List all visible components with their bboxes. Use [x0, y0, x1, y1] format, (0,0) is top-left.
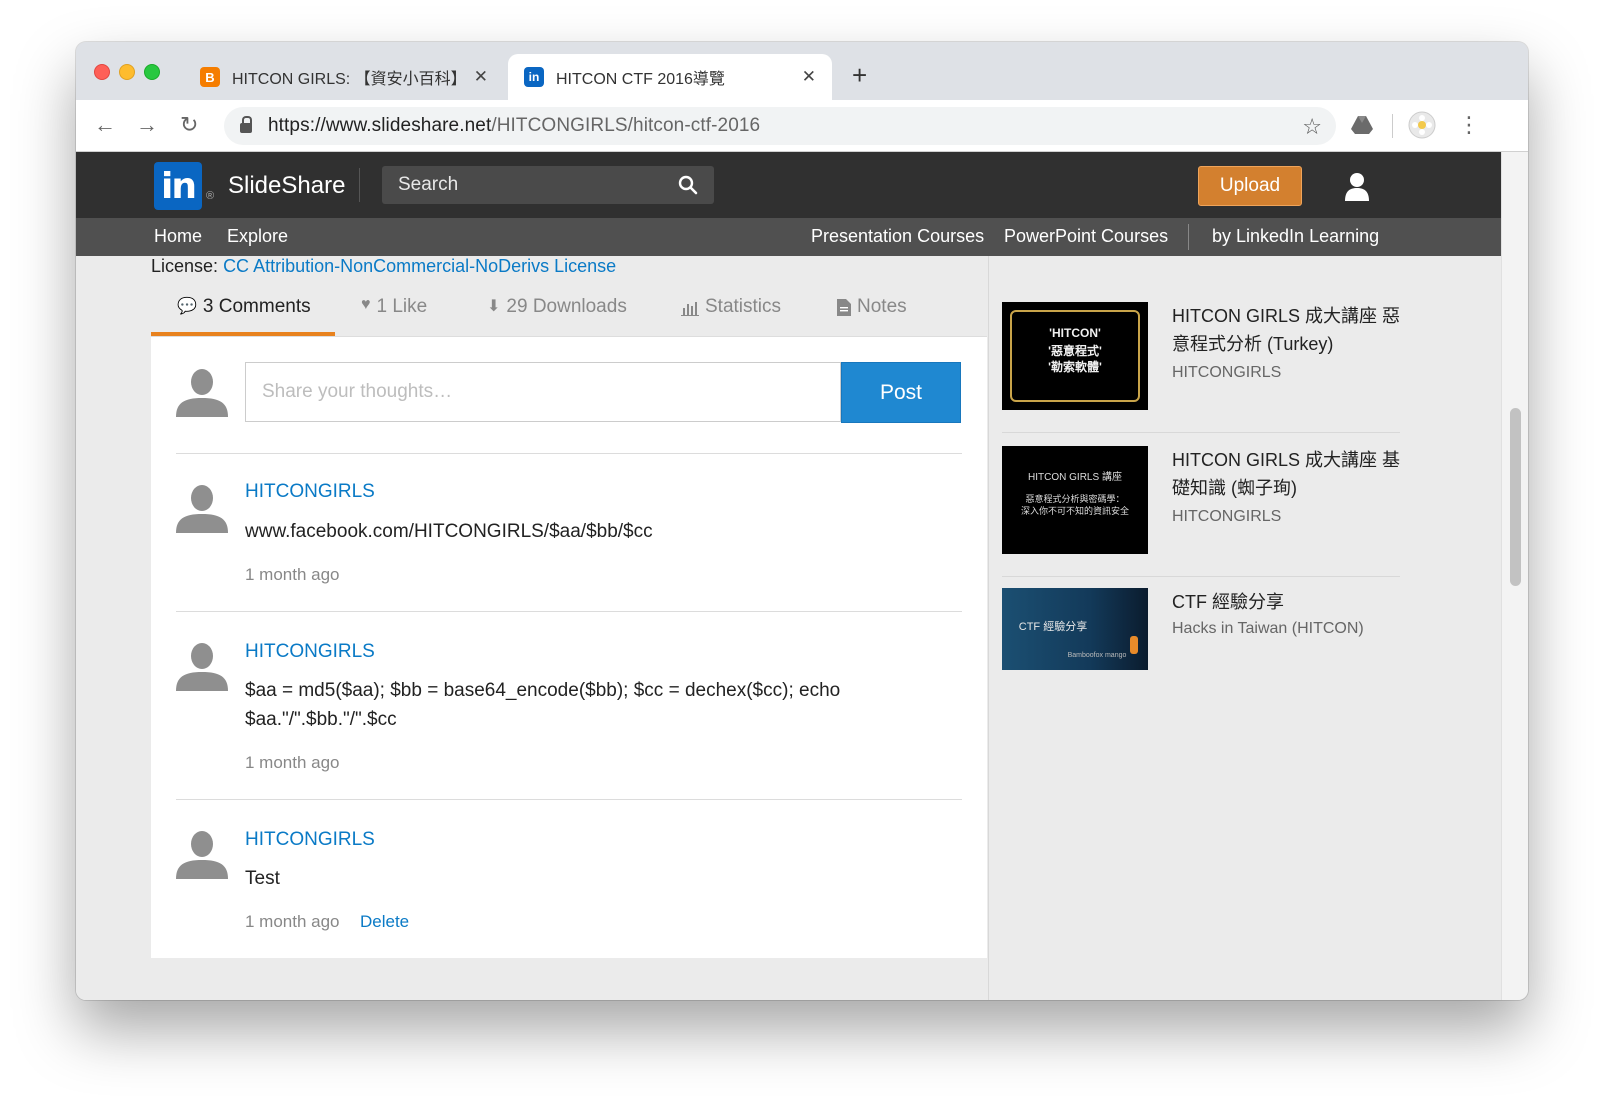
mascot-icon: [1130, 636, 1138, 654]
download-icon: ⬇: [487, 298, 501, 315]
close-icon[interactable]: ✕: [802, 67, 816, 87]
tab-hitcon-girls[interactable]: B HITCON GIRLS: 【資安小百科】 ✕: [184, 54, 504, 100]
linkedin-icon: in: [524, 67, 544, 87]
related-title[interactable]: HITCON GIRLS 成大講座 惡意程式分析 (Turkey): [1172, 302, 1400, 358]
related-author[interactable]: Hacks in Taiwan (HITCON): [1172, 620, 1364, 638]
comment-author[interactable]: HITCONGIRLS: [245, 641, 375, 663]
tab-notes[interactable]: Notes: [837, 296, 907, 336]
related-item[interactable]: 'HITCON' '惡意程式' '勒索軟體' HITCON GIRLS 成大講座…: [1002, 302, 1400, 434]
url-text: https://www.slideshare.net/HITCONGIRLS/h…: [268, 115, 761, 136]
heart-icon: ♥: [361, 296, 371, 313]
nav-explore[interactable]: Explore: [227, 226, 288, 247]
close-window-button[interactable]: [94, 64, 110, 80]
lock-icon: [240, 116, 252, 133]
star-icon[interactable]: ☆: [1302, 114, 1322, 140]
delete-comment-link[interactable]: Delete: [360, 912, 409, 932]
comment-input[interactable]: [245, 362, 841, 422]
forward-arrow-icon[interactable]: →: [136, 112, 158, 138]
linkedin-logo[interactable]: in: [154, 162, 202, 210]
comment-text: www.facebook.com/HITCONGIRLS/$aa/$bb/$cc: [245, 521, 653, 542]
drive-icon[interactable]: [1350, 113, 1374, 137]
divider: [176, 453, 962, 454]
comment-time: 1 month ago: [245, 912, 340, 931]
comment-time: 1 month ago: [245, 565, 340, 584]
license-link[interactable]: CC Attribution-NonCommercial-NoDerivs Li…: [223, 256, 616, 276]
nav-home[interactable]: Home: [154, 226, 202, 247]
license-line: License: CC Attribution-NonCommercial-No…: [151, 256, 616, 277]
comments-panel: Post HITCONGIRLS www.facebook.com/HITCON…: [151, 336, 987, 958]
profile-avatar-icon[interactable]: [1408, 111, 1436, 139]
minimize-window-button[interactable]: [119, 64, 135, 80]
comment-time: 1 month ago: [245, 753, 340, 772]
notes-icon: [837, 299, 851, 316]
close-icon[interactable]: ✕: [474, 67, 488, 87]
tab-statistics[interactable]: Statistics: [681, 296, 781, 336]
registered-mark: ®: [206, 190, 215, 202]
address-bar[interactable]: https://www.slideshare.net/HITCONGIRLS/h…: [224, 107, 1336, 145]
license-label: License:: [151, 256, 219, 276]
tab-likes[interactable]: ♥ 1 Like: [361, 296, 427, 336]
upload-button[interactable]: Upload: [1198, 166, 1302, 206]
related-item[interactable]: CTF 經驗分享 Bamboofox mango CTF 經驗分享 Hacks …: [1002, 588, 1400, 720]
tab-downloads[interactable]: ⬇ 29 Downloads: [487, 296, 627, 336]
related-author[interactable]: HITCONGIRLS: [1172, 364, 1281, 382]
related-author[interactable]: HITCONGIRLS: [1172, 508, 1281, 526]
maximize-window-button[interactable]: [144, 64, 160, 80]
slideshare-header: in ® SlideShare Upload: [76, 152, 1501, 218]
toolbar-divider: [1392, 114, 1393, 138]
avatar-icon: [176, 831, 228, 879]
divider: [1002, 432, 1400, 433]
reload-icon[interactable]: ↻: [180, 112, 198, 138]
nav-powerpoint-courses[interactable]: PowerPoint Courses: [1004, 226, 1168, 247]
comment-author[interactable]: HITCONGIRLS: [245, 829, 375, 851]
user-icon[interactable]: [1344, 172, 1370, 202]
tab-comments[interactable]: 💬 3 Comments: [151, 296, 335, 336]
back-arrow-icon[interactable]: ←: [94, 112, 116, 138]
tab-title: HITCON GIRLS: 【資安小百科】: [232, 71, 466, 88]
scrollbar-thumb[interactable]: [1510, 408, 1521, 586]
search-icon[interactable]: [678, 175, 698, 195]
divider: [1002, 576, 1400, 577]
avatar-icon: [176, 369, 228, 417]
search-box[interactable]: [382, 166, 714, 204]
page-scrollbar[interactable]: [1501, 152, 1528, 1000]
browser-window: B HITCON GIRLS: 【資安小百科】 ✕ in HITCON CTF …: [76, 42, 1528, 1000]
related-thumbnail[interactable]: HITCON GIRLS 講座 惡意程式分析與密碼學： 深入你不可不知的資訊安全: [1002, 446, 1148, 554]
bar-chart-icon: [681, 302, 699, 316]
comment-icon: 💬: [177, 298, 197, 315]
blogger-icon: B: [200, 67, 220, 87]
tab-hitcon-ctf[interactable]: in HITCON CTF 2016導覽 ✕: [508, 54, 832, 100]
tab-strip: B HITCON GIRLS: 【資安小百科】 ✕ in HITCON CTF …: [76, 42, 1528, 100]
related-thumbnail[interactable]: 'HITCON' '惡意程式' '勒索軟體': [1002, 302, 1148, 410]
related-title[interactable]: CTF 經驗分享: [1172, 588, 1400, 616]
comment-author[interactable]: HITCONGIRLS: [245, 481, 375, 503]
related-title[interactable]: HITCON GIRLS 成大講座 基礎知識 (蜘子珣): [1172, 446, 1400, 502]
browser-toolbar: ← → ↻ https://www.slideshare.net/HITCONG…: [76, 100, 1528, 152]
divider: [176, 611, 962, 612]
nav-linkedin-learning[interactable]: by LinkedIn Learning: [1212, 226, 1379, 247]
related-item[interactable]: HITCON GIRLS 講座 惡意程式分析與密碼學： 深入你不可不知的資訊安全…: [1002, 446, 1400, 578]
post-button[interactable]: Post: [841, 362, 961, 423]
related-thumbnail[interactable]: CTF 經驗分享 Bamboofox mango: [1002, 588, 1148, 670]
menu-kebab-icon[interactable]: ⋮: [1458, 112, 1480, 138]
main-column: License: CC Attribution-NonCommercial-No…: [76, 256, 988, 1000]
sub-navigation: Home Explore Presentation Courses PowerP…: [76, 218, 1501, 256]
search-input[interactable]: [398, 174, 678, 196]
comment-text: $aa = md5($aa); $bb = base64_encode($bb)…: [245, 680, 841, 730]
presentation-tabs: 💬 3 Comments ♥ 1 Like ⬇ 29 Downloads Sta…: [151, 296, 988, 336]
nav-presentation-courses[interactable]: Presentation Courses: [811, 226, 984, 247]
tab-title: HITCON CTF 2016導覽: [556, 71, 725, 88]
page-content: in ® SlideShare Upload Home Explore Pres…: [76, 152, 1501, 1000]
divider: [176, 799, 962, 800]
avatar-icon: [176, 485, 228, 533]
brand-name[interactable]: SlideShare: [228, 172, 345, 200]
new-tab-button[interactable]: +: [852, 60, 867, 91]
comment-text: Test: [245, 868, 280, 889]
avatar-icon: [176, 643, 228, 691]
subnav-divider: [1188, 224, 1189, 250]
brand-divider: [359, 168, 360, 202]
